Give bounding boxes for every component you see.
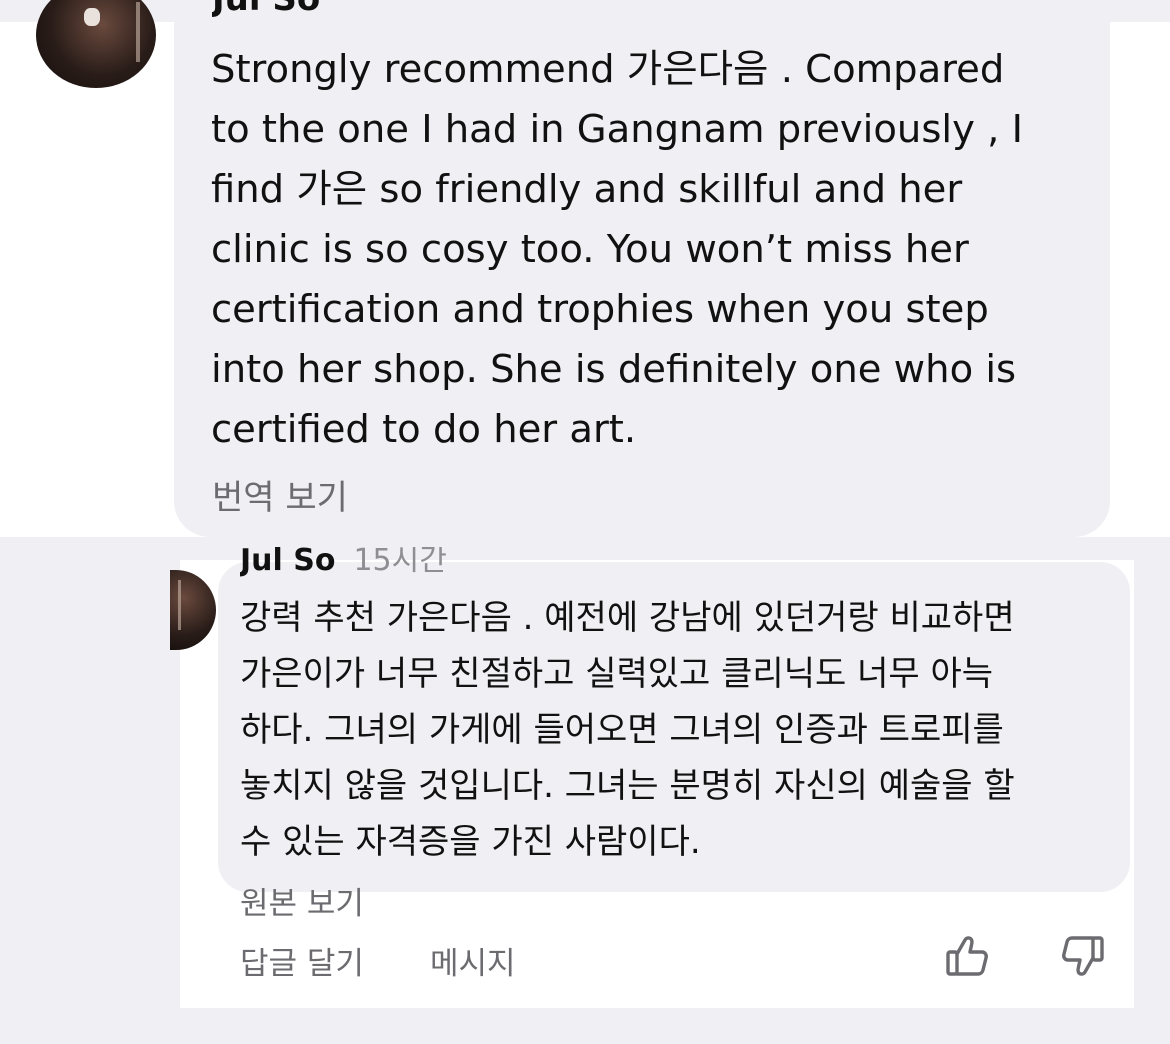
reply-button[interactable]: 답글 달기 bbox=[240, 938, 364, 983]
see-translation-link[interactable]: 번역 보기 bbox=[212, 470, 348, 519]
thumbs-up-icon[interactable] bbox=[944, 932, 992, 980]
comment-time: 15시간 bbox=[353, 547, 447, 578]
comment-text-line: certified to do her art. bbox=[211, 407, 637, 452]
message-button[interactable]: 메시지 bbox=[430, 938, 516, 983]
avatar-detail bbox=[84, 8, 100, 26]
comment-text-line: find 가은 so friendly and skillful and her bbox=[211, 167, 963, 212]
comment-text-line: certification and trophies when you step bbox=[211, 287, 989, 332]
comment-text-line: 하다. 그녀의 가게에 들어오면 그녀의 인증과 트로피를 bbox=[240, 710, 1004, 750]
see-original-link[interactable]: 원본 보기 bbox=[240, 878, 364, 923]
comment-text-line: to the one I had in Gangnam previously ,… bbox=[211, 107, 1023, 152]
comment-author[interactable]: Jul So bbox=[240, 547, 335, 578]
comment-text-line: into her shop. She is definitely one who… bbox=[211, 347, 1017, 392]
comment-text-line: 놓치지 않을 것입니다. 그녀는 분명히 자신의 예술을 할 bbox=[240, 766, 1015, 806]
comment-text-line: 가은이가 너무 친절하고 실력있고 클리닉도 너무 아늑 bbox=[240, 654, 994, 694]
comment-header: Jul So 15시간 bbox=[240, 547, 447, 579]
comment-text: 강력 추천 가은다음 . 예전에 강남에 있던거랑 비교하면 가은이가 너무 친… bbox=[240, 590, 1120, 870]
avatar-detail bbox=[136, 2, 140, 62]
thumbs-down-icon[interactable] bbox=[1058, 932, 1106, 980]
comment-text-line: 수 있는 자격증을 가진 사람이다. bbox=[240, 822, 701, 862]
comment-text-line: 강력 추천 가은다음 . 예전에 강남에 있던거랑 비교하면 bbox=[240, 598, 1015, 638]
comment-text-line: Strongly recommend 가은다음 . Compared bbox=[211, 47, 1005, 92]
comment-author[interactable]: Jul So bbox=[212, 0, 320, 20]
avatar-detail bbox=[178, 580, 181, 630]
comment-text: Strongly recommend 가은다음 . Compared to th… bbox=[211, 40, 1091, 460]
comment-text-line: clinic is so cosy too. You won’t miss he… bbox=[211, 227, 969, 272]
